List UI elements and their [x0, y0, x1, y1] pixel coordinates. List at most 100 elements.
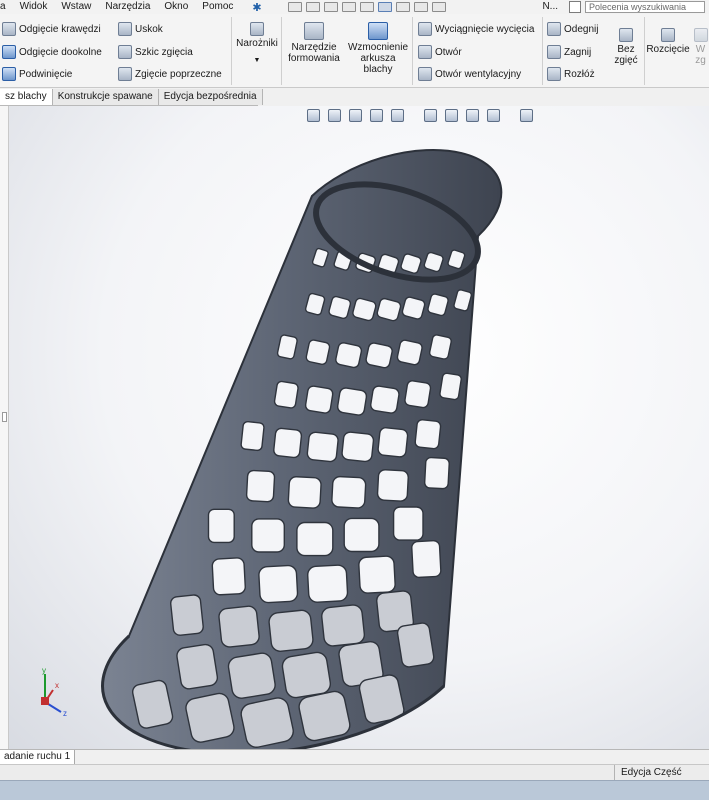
- lattice-hole: [281, 651, 332, 699]
- fold-button[interactable]: Zagnij: [547, 45, 591, 59]
- hem-button[interactable]: Podwinięcie: [2, 67, 72, 81]
- edge-flange-button[interactable]: Odgięcie krawędzi: [2, 22, 101, 36]
- lattice-hole: [401, 296, 426, 320]
- lattice-hole: [176, 643, 219, 690]
- command-search-input[interactable]: Polecenia wyszukiwania: [585, 1, 705, 13]
- lattice-hole: [411, 540, 442, 579]
- truncated-menu-label[interactable]: N...: [542, 1, 565, 13]
- graphics-viewport[interactable]: y x z: [9, 106, 709, 749]
- panel-expand-handle[interactable]: [2, 412, 7, 422]
- no-bends-button[interactable]: Bez zgięć: [611, 28, 641, 66]
- lattice-hole: [336, 387, 368, 416]
- triad-z-label: z: [63, 709, 67, 718]
- undo-icon[interactable]: [359, 2, 374, 12]
- fold-icon: [547, 45, 561, 59]
- status-edit-mode: Edycja Część: [614, 765, 688, 780]
- lattice-hole: [423, 456, 450, 490]
- no-bends-label-2: zgięć: [614, 55, 638, 66]
- lattice-hole: [227, 652, 276, 699]
- hole-button[interactable]: Otwór: [418, 45, 462, 59]
- lattice-hole: [185, 692, 235, 743]
- lattice-hole: [365, 342, 393, 369]
- lattice-hole: [207, 508, 235, 544]
- menu-item-file[interactable]: a: [0, 1, 13, 13]
- tab-direct-editing[interactable]: Edycja bezpośrednia: [158, 89, 263, 105]
- flatten-button[interactable]: Rozłóż: [547, 67, 595, 81]
- sheet-metal-gusset-button[interactable]: Wzmocnienie arkusza blachy: [345, 22, 411, 75]
- no-bends-label-1: Bez: [617, 44, 635, 55]
- chevron-down-icon[interactable]: ▼: [254, 55, 261, 66]
- tab-weldments[interactable]: Konstrukcje spawane: [52, 89, 159, 105]
- ribbon-separator: [412, 17, 413, 85]
- miter-flange-icon: [2, 45, 16, 59]
- no-bends-icon: [619, 28, 633, 42]
- view-triad: y x z: [41, 666, 67, 718]
- rebuild-icon[interactable]: [395, 2, 410, 12]
- print-icon[interactable]: [341, 2, 356, 12]
- fold-label: Zagnij: [564, 46, 592, 58]
- lattice-hole: [240, 697, 294, 748]
- new-document-icon[interactable]: [287, 2, 302, 12]
- gusset-label-1: Wzmocnienie: [347, 42, 409, 53]
- select-cursor-icon[interactable]: [377, 2, 392, 12]
- tab-sheet-metal[interactable]: sz blachy: [0, 89, 53, 105]
- options-gear-icon[interactable]: [431, 2, 446, 12]
- miter-flange-button[interactable]: Odgięcie dookolne: [2, 45, 102, 59]
- lattice-hole: [306, 431, 339, 463]
- pin-icon[interactable]: ✱: [252, 1, 261, 14]
- cross-break-label: Zgięcie poprzeczne: [135, 68, 222, 80]
- forming-tool-button[interactable]: Narzędzie formowania: [284, 22, 344, 64]
- unfold-button[interactable]: Odegnij: [547, 22, 598, 36]
- menu-item-insert[interactable]: Wstaw: [54, 1, 98, 13]
- lattice-hole: [341, 431, 375, 463]
- lattice-hole: [404, 380, 432, 409]
- rip-label: Rozcięcie: [646, 44, 690, 55]
- sketched-bend-label: Szkic zgięcia: [135, 46, 193, 58]
- flatten-label: Rozłóż: [564, 68, 595, 80]
- lattice-hole: [298, 690, 351, 742]
- edge-flange-icon: [2, 22, 16, 36]
- menu-bar: a Widok Wstaw Narzędzia Okno Pomoc ✱ N..…: [0, 0, 709, 14]
- insert-bends-button[interactable]: W zg: [692, 28, 709, 66]
- menu-item-help[interactable]: Pomoc: [195, 1, 240, 13]
- extruded-cut-button[interactable]: Wyciągnięcie wycięcia: [418, 22, 534, 36]
- lattice-hole: [396, 622, 435, 668]
- search-scope-icon[interactable]: [569, 1, 581, 13]
- lattice-hole: [377, 427, 409, 458]
- file-properties-icon[interactable]: [413, 2, 428, 12]
- motion-study-tabs: adanie ruchu 1: [0, 749, 709, 764]
- lattice-hole: [328, 295, 352, 319]
- open-document-icon[interactable]: [305, 2, 320, 12]
- lattice-cone-model[interactable]: [9, 106, 709, 749]
- corners-button[interactable]: Narożniki ▼: [234, 22, 280, 66]
- vent-icon: [418, 67, 432, 81]
- lattice-hole: [273, 380, 299, 409]
- save-icon[interactable]: [323, 2, 338, 12]
- vent-button[interactable]: Otwór wentylacyjny: [418, 67, 521, 81]
- gusset-label-2: arkusza: [360, 53, 396, 64]
- cross-break-button[interactable]: Zgięcie poprzeczne: [118, 67, 222, 81]
- unfold-icon: [547, 22, 561, 36]
- miter-flange-label: Odgięcie dookolne: [19, 46, 102, 58]
- jog-button[interactable]: Uskok: [118, 22, 163, 36]
- feature-manager-collapsed-panel[interactable]: [0, 106, 9, 749]
- hole-icon: [418, 45, 432, 59]
- sketched-bend-button[interactable]: Szkic zgięcia: [118, 45, 193, 59]
- tab-motion-study[interactable]: adanie ruchu 1: [0, 750, 76, 764]
- cross-break-icon: [118, 67, 132, 81]
- forming-tool-label-2: formowania: [288, 53, 340, 64]
- rip-button[interactable]: Rozcięcie: [646, 28, 690, 55]
- ribbon-separator: [281, 17, 282, 85]
- menu-item-view[interactable]: Widok: [13, 1, 55, 13]
- sketched-bend-icon: [118, 45, 132, 59]
- lattice-hole: [307, 564, 349, 603]
- lattice-hole: [245, 469, 276, 503]
- extruded-cut-icon: [418, 22, 432, 36]
- command-manager-tabs: sz blachy Konstrukcje spawane Edycja bez…: [0, 89, 263, 106]
- menu-item-tools[interactable]: Narzędzia: [98, 1, 157, 13]
- insert-bends-icon: [693, 28, 708, 42]
- unfold-label: Odegnij: [564, 23, 599, 35]
- menu-item-window[interactable]: Okno: [157, 1, 195, 13]
- extruded-cut-label: Wyciągnięcie wycięcia: [435, 23, 535, 35]
- ribbon-separator: [644, 17, 645, 85]
